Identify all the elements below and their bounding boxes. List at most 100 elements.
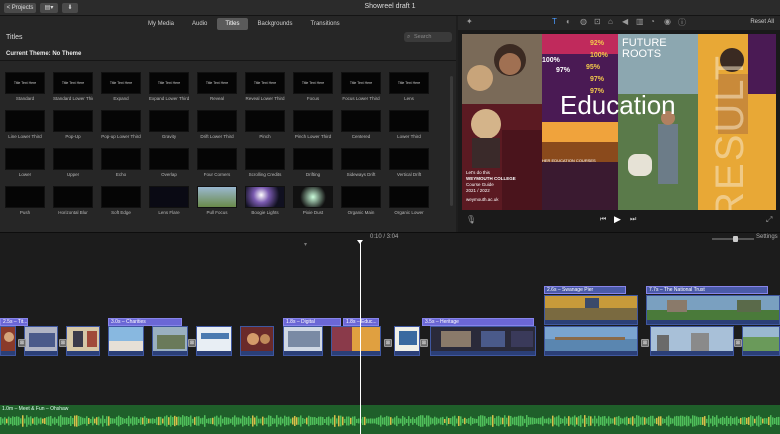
transition-icon[interactable]: ⊠: [384, 339, 392, 347]
title-template-tile[interactable]: Organic Main: [341, 186, 381, 215]
video-clip[interactable]: [0, 326, 16, 356]
title-template-tile[interactable]: Organic Lower: [389, 186, 429, 215]
title-template-tile[interactable]: Soft Edge: [101, 186, 141, 215]
noise-reduction-icon[interactable]: ▥: [636, 17, 644, 26]
title-template-tile[interactable]: Pinch Lower Third: [293, 110, 333, 139]
transition-icon[interactable]: ⊠: [59, 339, 67, 347]
tab-titles[interactable]: Titles: [217, 18, 248, 30]
video-clip[interactable]: [742, 326, 780, 356]
info-icon[interactable]: ⓘ: [678, 17, 686, 28]
title-template-tile[interactable]: Title Text Here Reveal: [197, 72, 237, 101]
waveform-bar: [746, 417, 748, 425]
transition-icon[interactable]: ⊠: [420, 339, 428, 347]
title-template-tile[interactable]: Pop-Up: [53, 110, 93, 139]
title-template-tile[interactable]: Lower Third: [389, 110, 429, 139]
magic-wand-icon[interactable]: ✦: [466, 17, 473, 26]
title-template-tile[interactable]: Gravity: [149, 110, 189, 139]
title-template-tile[interactable]: Centered: [341, 110, 381, 139]
tab-my-media[interactable]: My Media: [140, 18, 182, 30]
color-balance-icon[interactable]: ◐: [566, 17, 571, 26]
title-clip[interactable]: 2.5s – Tit...: [0, 318, 28, 326]
transition-icon[interactable]: ⊠: [18, 339, 26, 347]
title-template-tile[interactable]: Sideways Drift: [341, 148, 381, 177]
video-clip[interactable]: [544, 326, 638, 356]
waveform-bar: [642, 416, 644, 426]
transition-icon[interactable]: ⊠: [188, 339, 196, 347]
title-template-tile[interactable]: Pop-up Lower Third: [101, 110, 141, 139]
waveform-bar: [538, 417, 540, 425]
volume-icon[interactable]: ◀: [622, 17, 628, 26]
transition-icon[interactable]: ⊠: [734, 339, 742, 347]
browser-scrollbar[interactable]: [450, 76, 453, 206]
waveform-bar: [762, 418, 764, 424]
title-template-tile[interactable]: Overlap: [149, 148, 189, 177]
timeline-settings-button[interactable]: Settings: [756, 234, 778, 240]
clip-filter-icon[interactable]: ◉: [664, 17, 671, 26]
title-template-tile[interactable]: Push: [5, 186, 45, 215]
video-clip[interactable]: [240, 326, 274, 356]
title-template-tile[interactable]: Horizontal Blur: [53, 186, 93, 215]
title-template-tile[interactable]: Title Text Here Expand: [101, 72, 141, 101]
playhead[interactable]: [360, 242, 361, 434]
title-template-tile[interactable]: Pixie Dust: [293, 186, 333, 215]
title-template-tile[interactable]: Title Text Here Focus Lower Third: [341, 72, 381, 101]
import-button[interactable]: ⬇: [62, 3, 78, 13]
video-clip[interactable]: [650, 326, 734, 356]
title-template-tile[interactable]: Title Text Here Standard: [5, 72, 45, 101]
video-clip[interactable]: [394, 326, 420, 356]
video-clip[interactable]: [331, 326, 381, 356]
title-template-tile[interactable]: Four Corners: [197, 148, 237, 177]
video-clip[interactable]: [24, 326, 58, 356]
skip-forward-icon[interactable]: ⏭: [630, 216, 636, 224]
skip-back-icon[interactable]: ⏮: [600, 216, 606, 224]
video-clip[interactable]: [196, 326, 232, 356]
title-template-tile[interactable]: Title Text Here Focus: [293, 72, 333, 101]
stabilization-icon[interactable]: ⌂: [608, 17, 613, 26]
title-template-tile[interactable]: Title Text Here Reveal Lower Third: [245, 72, 285, 101]
title-template-tile[interactable]: Echo: [101, 148, 141, 177]
title-clip[interactable]: 3.0s – Charities: [108, 318, 182, 326]
microphone-icon[interactable]: 🎙: [466, 215, 476, 224]
broll-clip[interactable]: [646, 295, 780, 325]
title-template-tile[interactable]: Lower: [5, 148, 45, 177]
title-template-tile[interactable]: Pinch: [245, 110, 285, 139]
reset-all-button[interactable]: Reset All: [750, 19, 774, 25]
title-template-tile[interactable]: Scrolling Credits: [245, 148, 285, 177]
title-clip[interactable]: 3.5s – Heritage: [422, 318, 534, 326]
zoom-slider-knob[interactable]: [733, 236, 738, 242]
title-template-tile[interactable]: Pull Focus: [197, 186, 237, 215]
title-template-tile[interactable]: Line Lower Third: [5, 110, 45, 139]
view-toggle-button[interactable]: ▤▾: [40, 3, 58, 13]
transition-icon[interactable]: ⊠: [641, 339, 649, 347]
color-correction-icon[interactable]: ◍: [580, 17, 587, 26]
title-template-tile[interactable]: Upper: [53, 148, 93, 177]
title-template-tile[interactable]: Title Text Here Standard Lower Third: [53, 72, 93, 101]
tab-audio[interactable]: Audio: [184, 18, 215, 30]
video-clip[interactable]: [66, 326, 100, 356]
video-clip[interactable]: [108, 326, 144, 356]
projects-button[interactable]: < Projects: [4, 3, 36, 13]
title-template-tile[interactable]: Lens Flare: [149, 186, 189, 215]
play-button[interactable]: ▶: [614, 214, 621, 225]
title-template-tile[interactable]: Drifting: [293, 148, 333, 177]
fullscreen-icon[interactable]: ⤢: [766, 215, 772, 225]
title-template-tile[interactable]: Drift Lower Third: [197, 110, 237, 139]
title-template-tile[interactable]: Title Text Here Lens: [389, 72, 429, 101]
title-template-tile[interactable]: Vertical Drift: [389, 148, 429, 177]
tab-backgrounds[interactable]: Backgrounds: [250, 18, 301, 30]
title-clip[interactable]: 1.8s – Educ...: [343, 318, 379, 326]
text-tool-icon[interactable]: T: [552, 17, 557, 26]
search-input[interactable]: ⌕ Search: [404, 32, 452, 42]
video-clip[interactable]: [430, 326, 536, 356]
title-template-tile[interactable]: Title Text Here Expand Lower Third: [149, 72, 189, 101]
audio-track[interactable]: 1.0m – Meet & Fun – Ohshaw: [0, 405, 780, 434]
audio-clip-label: 1.0m – Meet & Fun – Ohshaw: [2, 406, 69, 412]
video-clip[interactable]: [152, 326, 188, 356]
tab-transitions[interactable]: Transitions: [303, 18, 348, 30]
speed-icon[interactable]: ◔: [650, 17, 655, 26]
crop-icon[interactable]: ⊡: [594, 17, 601, 26]
broll-clip[interactable]: [544, 295, 638, 325]
video-clip[interactable]: [283, 326, 323, 356]
title-clip[interactable]: 1.8s – Digital: [283, 318, 341, 326]
title-template-tile[interactable]: Boogie Lights: [245, 186, 285, 215]
